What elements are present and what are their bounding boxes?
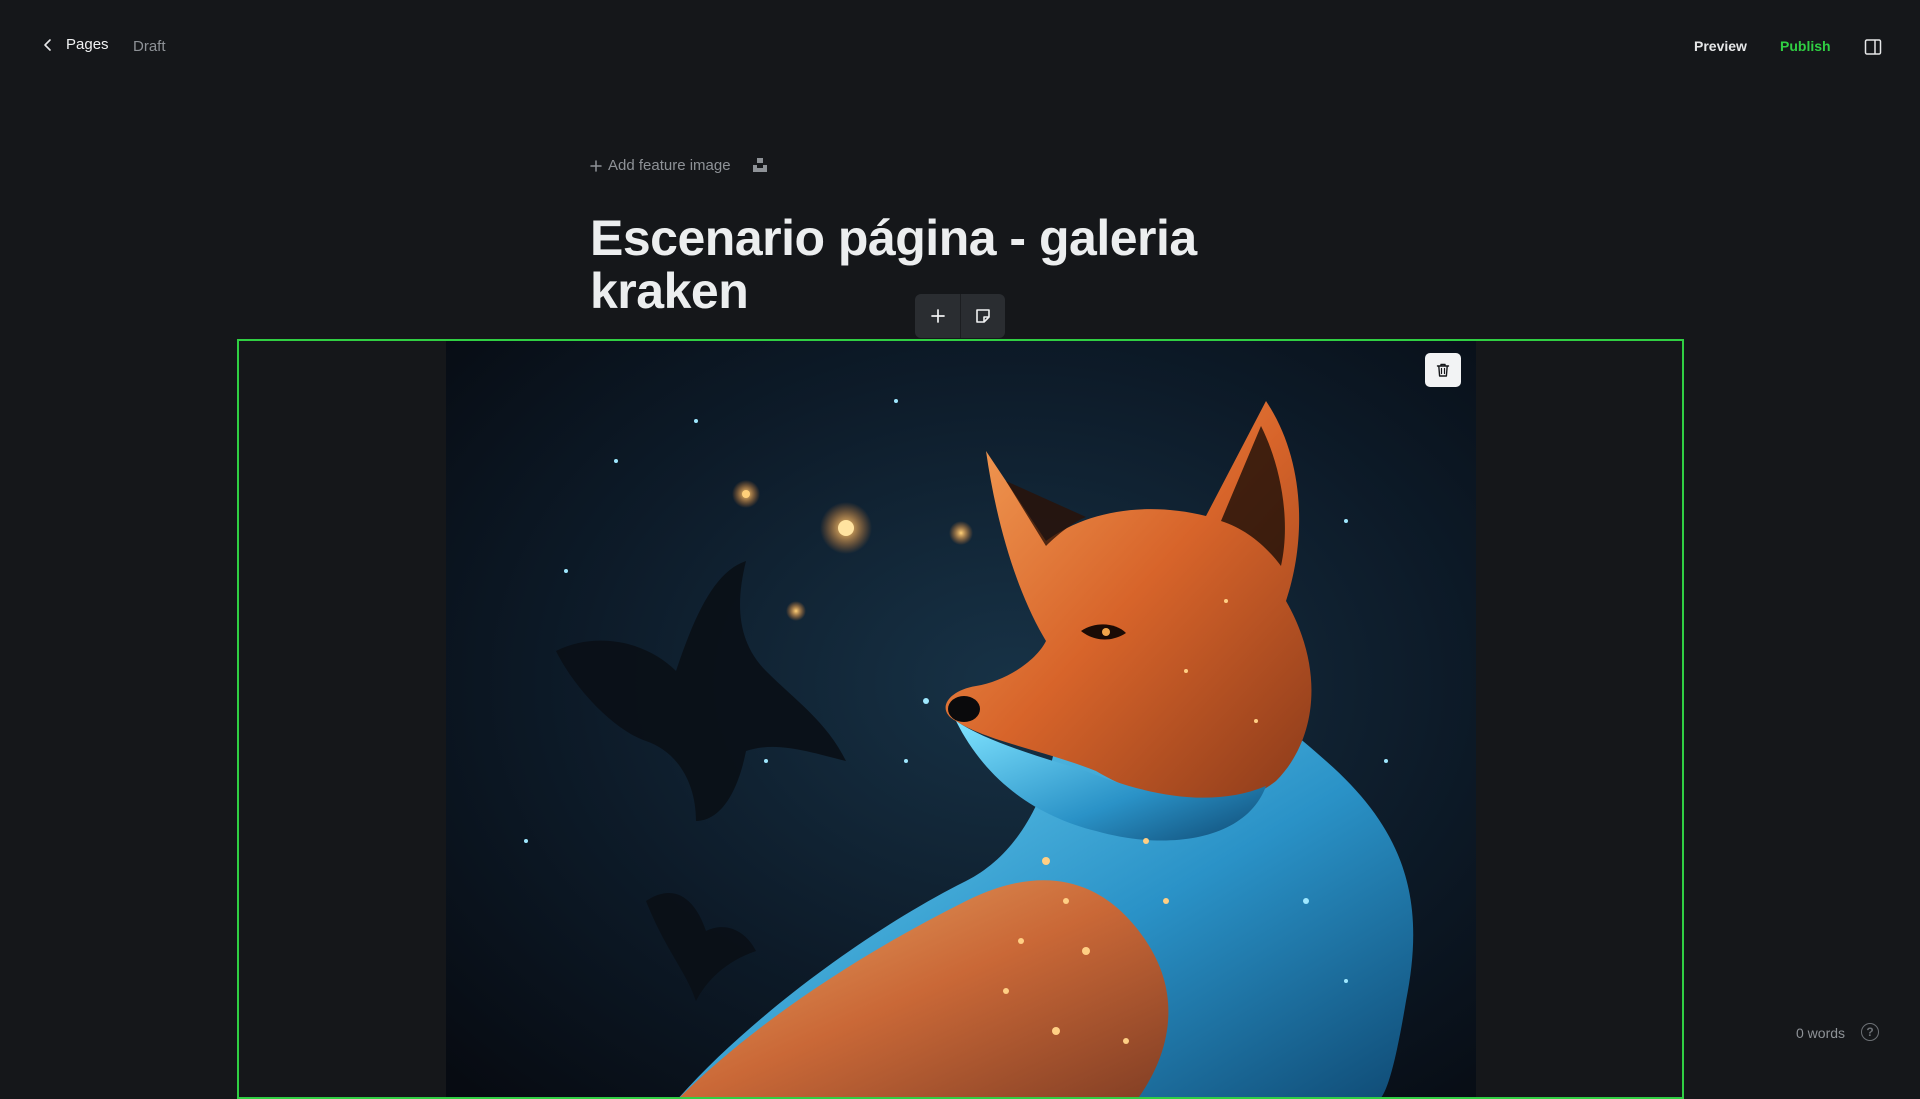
snippet-icon [976,309,990,323]
word-count: 0 words [1796,1025,1846,1041]
unsplash-icon[interactable] [752,157,768,173]
back-label: Pages [66,36,109,53]
back-to-pages-link[interactable]: Pages [40,36,109,53]
sidebar-toggle-icon[interactable] [1864,38,1882,56]
chevron-left-icon [44,38,51,51]
publish-button[interactable]: Publish [1780,38,1831,54]
title-line-1: Escenario página - galeria [590,210,1197,266]
trash-icon [1436,363,1450,377]
card-toolbar [915,294,1005,338]
help-icon[interactable]: ? [1861,1023,1879,1041]
preview-button[interactable]: Preview [1694,38,1747,54]
plus-icon [930,309,945,323]
fox-illustration [446,341,1476,1097]
save-snippet-button[interactable] [960,294,1005,338]
add-feature-image-button[interactable]: Add feature image [590,157,731,174]
delete-card-button[interactable] [1425,353,1461,387]
image-card[interactable] [237,339,1684,1099]
fox-image[interactable] [446,341,1476,1097]
plus-icon [590,159,602,172]
add-card-button[interactable] [915,294,960,338]
editor-header: Pages Draft Preview Publish [0,0,1920,94]
feature-image-label: Add feature image [608,157,731,174]
post-status: Draft [133,38,166,55]
